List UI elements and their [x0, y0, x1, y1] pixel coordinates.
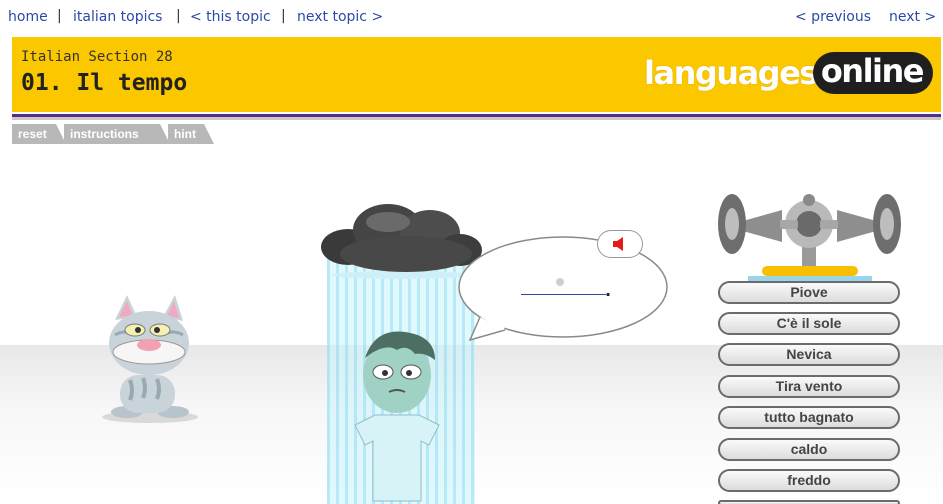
answer-blank[interactable] [521, 294, 606, 295]
page-title: 01. Il tempo [21, 70, 188, 96]
next-link[interactable]: next > [889, 9, 936, 25]
top-navigation: home | italian topics | < this topic | n… [0, 0, 943, 36]
previous-link[interactable]: < previous [795, 9, 871, 25]
home-link[interactable]: home [8, 9, 48, 25]
option-button[interactable]: Nevica [718, 343, 900, 366]
header-rule-grey [12, 117, 941, 120]
activity-stage: . Piove C'è il sole Nevica Tira vento tu… [0, 150, 943, 504]
italian-topics-link[interactable]: italian topics [73, 9, 162, 25]
nav-separator: | [176, 8, 181, 24]
option-button[interactable]: tutto bagnato [718, 406, 900, 429]
speaker-icon [613, 237, 623, 251]
languagesonline-logo[interactable]: languages online [644, 51, 933, 95]
option-button[interactable]: C'è il sole [718, 312, 900, 335]
option-button[interactable]: caldo [718, 438, 900, 461]
logo-text-languages: languages [644, 54, 818, 92]
page-header: Italian Section 28 01. Il tempo language… [12, 37, 941, 112]
option-button[interactable]: freddo [718, 469, 900, 492]
play-audio-button[interactable] [597, 230, 643, 258]
nav-separator: | [57, 8, 62, 24]
instructions-tab[interactable]: instructions [64, 124, 170, 144]
this-topic-link[interactable]: < this topic [190, 9, 271, 25]
section-label: Italian Section 28 [21, 49, 173, 65]
option-button[interactable]: Tira vento [718, 375, 900, 398]
boy-character [354, 331, 440, 502]
answer-placeholder-dot [556, 278, 564, 286]
loudspeaker-icon [718, 194, 901, 282]
reset-tab[interactable]: reset [12, 124, 66, 144]
option-button-partial[interactable] [718, 500, 900, 504]
next-topic-link[interactable]: next topic > [297, 9, 383, 25]
hint-tab[interactable]: hint [168, 124, 214, 144]
option-button[interactable]: Piove [718, 281, 900, 304]
sentence-period: . [605, 281, 612, 300]
cat-character [102, 295, 198, 423]
nav-separator: | [281, 8, 286, 24]
logo-text-online: online [812, 52, 933, 94]
